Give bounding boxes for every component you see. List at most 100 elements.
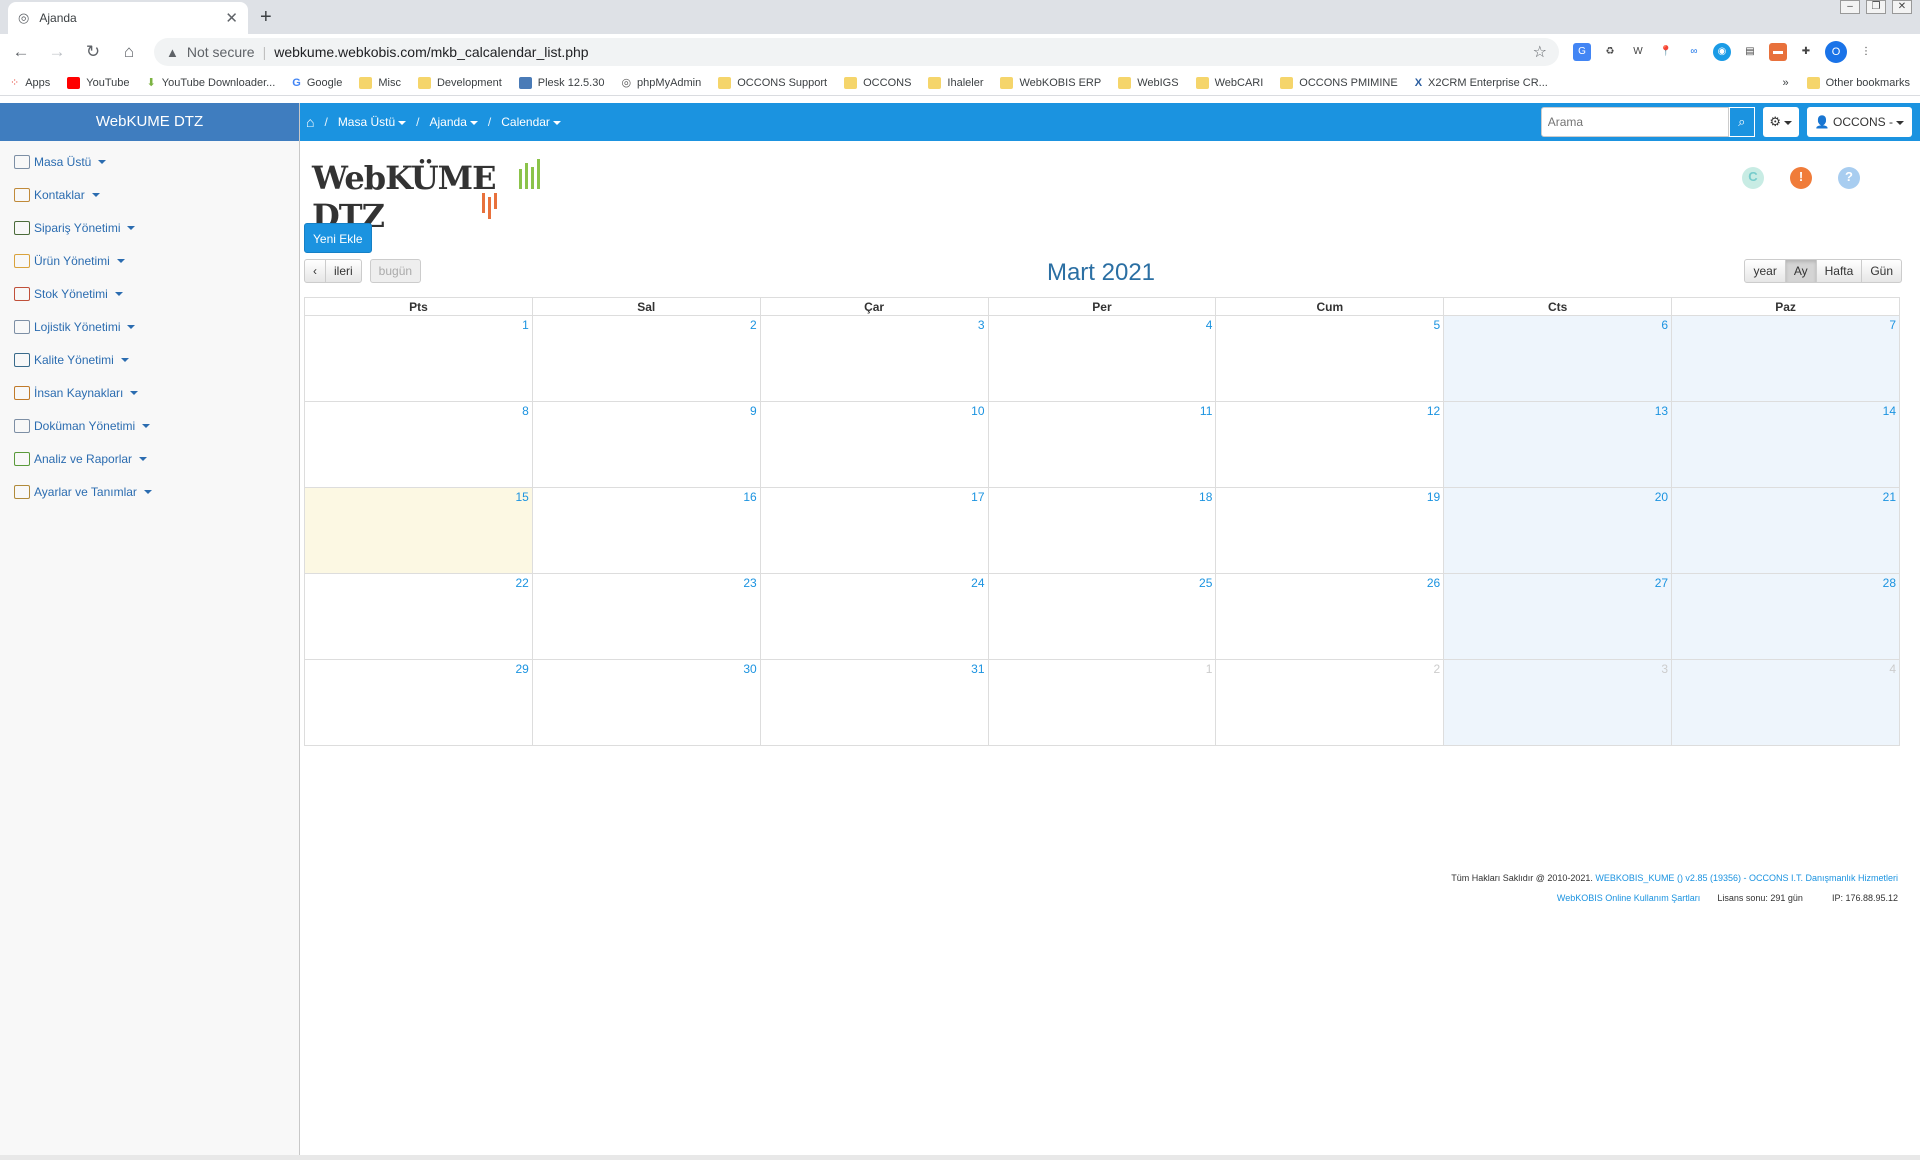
day-cell[interactable]: 30 [531, 659, 761, 746]
bookmark-occons[interactable]: OCCONS [844, 76, 911, 89]
home-icon[interactable]: ⌂ [306, 114, 314, 130]
bookmark-youtube-downloader[interactable]: ⬇ YouTube Downloader... [147, 76, 276, 90]
sidebar-item-siparis[interactable]: Sipariş Yönetimi [0, 211, 299, 244]
day-cell[interactable]: 28 [1671, 573, 1900, 660]
bookmark-development[interactable]: Development [417, 76, 502, 89]
sidebar-item-kalite[interactable]: Kalite Yönetimi [0, 343, 299, 376]
view-week-button[interactable]: Hafta [1815, 259, 1863, 283]
day-cell[interactable]: 18 [987, 487, 1217, 574]
minimize-icon[interactable]: – [1840, 0, 1860, 14]
breadcrumb-masa-ustu[interactable]: Masa Üstü [338, 115, 407, 129]
version-link[interactable]: WEBKOBIS_KUME () v2.85 (19356) - OCCONS … [1595, 873, 1898, 883]
translate-icon[interactable]: G [1573, 43, 1591, 61]
more-bookmarks-button[interactable]: » [1783, 77, 1789, 89]
day-cell[interactable]: 27 [1443, 573, 1673, 660]
add-new-button[interactable]: Yeni Ekle [304, 223, 372, 253]
breadcrumb-ajanda[interactable]: Ajanda [430, 115, 478, 129]
day-cell[interactable]: 17 [759, 487, 989, 574]
bookmark-other[interactable]: Other bookmarks [1806, 76, 1910, 89]
restore-icon[interactable]: ❐ [1866, 0, 1886, 14]
bookmark-webigs[interactable]: WebIGS [1118, 76, 1179, 89]
sidebar-item-insan-kaynaklari[interactable]: İnsan Kaynakları [0, 376, 299, 409]
bookmark-apps[interactable]: ⁘ Apps [10, 76, 50, 90]
day-cell[interactable]: 24 [759, 573, 989, 660]
html-icon[interactable]: ▤ [1741, 43, 1759, 61]
help-icon[interactable]: ? [1838, 167, 1860, 189]
alert-icon[interactable]: ! [1790, 167, 1812, 189]
day-cell[interactable]: 2 [531, 315, 761, 402]
puzzle-icon[interactable]: ✚ [1797, 43, 1815, 61]
sidebar-item-dokuman[interactable]: Doküman Yönetimi [0, 409, 299, 442]
close-window-icon[interactable]: ✕ [1892, 0, 1912, 14]
bookmark-occons-support[interactable]: OCCONS Support [718, 76, 827, 89]
bookmark-misc[interactable]: Misc [359, 76, 401, 89]
day-cell[interactable]: 13 [1443, 401, 1673, 488]
day-cell[interactable]: 31 [759, 659, 989, 746]
bookmark-star-icon[interactable]: ☆ [1533, 42, 1547, 62]
day-cell[interactable]: 9 [531, 401, 761, 488]
address-bar[interactable]: ▲ Not secure | webkume.webkobis.com/mkb_… [154, 38, 1559, 66]
bookmark-x2crm[interactable]: X X2CRM Enterprise CR... [1415, 77, 1548, 89]
sidebar-item-kontaklar[interactable]: Kontaklar [0, 178, 299, 211]
day-cell[interactable]: 16 [531, 487, 761, 574]
day-cell-other-month[interactable]: 1 [987, 659, 1217, 746]
day-cell[interactable]: 12 [1215, 401, 1445, 488]
day-cell-other-month[interactable]: 4 [1671, 659, 1900, 746]
day-cell[interactable]: 7 [1671, 315, 1900, 402]
recycle-icon[interactable]: ♻ [1601, 43, 1619, 61]
profile-avatar[interactable]: O [1825, 41, 1847, 63]
pin-icon[interactable]: 📍 [1657, 43, 1675, 61]
day-cell[interactable]: 3 [759, 315, 989, 402]
day-cell[interactable]: 10 [759, 401, 989, 488]
bookmark-plesk[interactable]: Plesk 12.5.30 [518, 76, 604, 89]
day-cell[interactable]: 1 [304, 315, 533, 402]
sidebar-item-lojistik[interactable]: Lojistik Yönetimi [0, 310, 299, 343]
bookmark-ihaleler[interactable]: Ihaleler [928, 76, 983, 89]
day-cell[interactable]: 29 [304, 659, 533, 746]
bookmark-phpmyadmin[interactable]: ◎ phpMyAdmin [621, 76, 701, 90]
day-cell[interactable]: 4 [987, 315, 1217, 402]
sidebar-item-analiz[interactable]: Analiz ve Raporlar [0, 442, 299, 475]
day-cell[interactable]: 8 [304, 401, 533, 488]
user-menu-button[interactable]: 👤 OCCONS - [1806, 107, 1912, 137]
day-cell[interactable]: 26 [1215, 573, 1445, 660]
new-tab-icon[interactable]: + [260, 6, 272, 29]
breadcrumb-calendar[interactable]: Calendar [501, 115, 561, 129]
reload-icon[interactable]: ↻ [82, 42, 104, 62]
day-cell[interactable]: 19 [1215, 487, 1445, 574]
home-icon[interactable]: ⌂ [118, 42, 140, 62]
day-cell[interactable]: 22 [304, 573, 533, 660]
url-text[interactable]: webkume.webkobis.com/mkb_calcalendar_lis… [274, 44, 1524, 60]
day-cell-other-month[interactable]: 2 [1215, 659, 1445, 746]
day-cell[interactable]: 23 [531, 573, 761, 660]
sidebar-item-ayarlar[interactable]: Ayarlar ve Tanımlar [0, 475, 299, 508]
view-day-button[interactable]: Gün [1861, 259, 1902, 283]
terms-link[interactable]: WebKOBIS Online Kullanım Şartları [1557, 893, 1700, 903]
settings-dropdown-button[interactable]: ⚙ [1762, 107, 1799, 137]
view-year-button[interactable]: year [1744, 259, 1786, 283]
world-icon[interactable]: ◉ [1713, 43, 1731, 61]
refresh-icon[interactable]: C [1742, 167, 1764, 189]
day-cell[interactable]: 21 [1671, 487, 1900, 574]
forward-icon[interactable]: → [46, 42, 68, 62]
sidebar-item-masa-ustu[interactable]: Masa Üstü [0, 145, 299, 178]
day-cell[interactable]: 25 [987, 573, 1217, 660]
sidebar-item-urun[interactable]: Ürün Yönetimi [0, 244, 299, 277]
day-cell[interactable]: 6 [1443, 315, 1673, 402]
wikipedia-icon[interactable]: W [1629, 43, 1647, 61]
day-cell-today[interactable]: 15 [304, 487, 533, 574]
day-cell-other-month[interactable]: 3 [1443, 659, 1673, 746]
kebab-menu-icon[interactable]: ⋮ [1857, 43, 1875, 61]
day-cell[interactable]: 5 [1215, 315, 1445, 402]
infinity-icon[interactable]: ∞ [1685, 43, 1703, 61]
bookmark-occons-pmimine[interactable]: OCCONS PMIMINE [1280, 76, 1398, 89]
search-input[interactable] [1540, 107, 1729, 137]
day-cell[interactable]: 11 [987, 401, 1217, 488]
search-icon[interactable]: ⌕ [1728, 107, 1755, 137]
ext-orange-icon[interactable]: ▬ [1769, 43, 1787, 61]
sidebar-item-stok[interactable]: Stok Yönetimi [0, 277, 299, 310]
bookmark-webkobis-erp[interactable]: WebKOBIS ERP [1000, 76, 1101, 89]
bookmark-google[interactable]: G Google [292, 77, 342, 89]
browser-tab[interactable]: ◎ Ajanda ✕ [8, 2, 248, 34]
day-cell[interactable]: 14 [1671, 401, 1900, 488]
